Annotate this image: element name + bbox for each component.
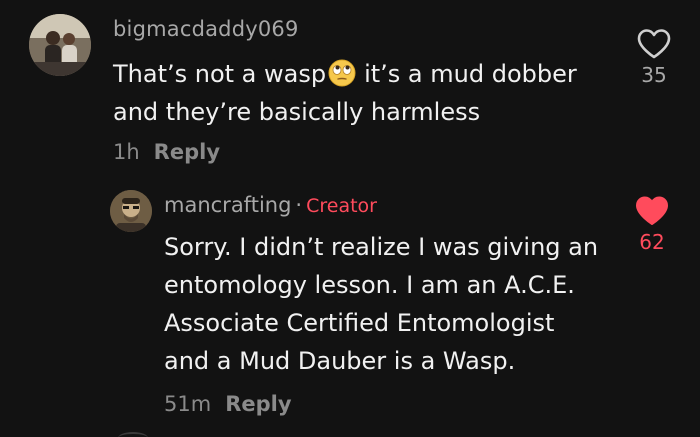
avatar-photo (110, 190, 152, 232)
reply-button[interactable]: Reply (154, 140, 220, 164)
comment-meta: 51m Reply (164, 392, 292, 416)
comment-text-line: Sorry. I didn’t realize I was giving an (164, 233, 599, 261)
heart-filled-icon[interactable] (634, 195, 670, 227)
reply-header: mancrafting · Creator (164, 193, 377, 217)
comment-username[interactable]: bigmacdaddy069 (113, 17, 299, 41)
comment-text-part: and they’re basically harmless (113, 98, 481, 126)
like-count: 35 (641, 63, 667, 87)
like-control: 35 (632, 28, 676, 87)
creator-badge: Creator (306, 195, 377, 217)
comment-timestamp: 1h (113, 140, 140, 164)
comment-text: Sorry. I didn’t realize I was giving an … (164, 228, 604, 380)
heart-outline-icon[interactable] (636, 28, 672, 60)
comment-text-line: entomology lesson. I am an A.C.E. (164, 271, 575, 299)
like-control: 62 (630, 195, 674, 254)
comment-reply: mancrafting · Creator Sorry. I didn’t re… (0, 180, 700, 437)
avatar-photo (29, 14, 91, 76)
comment-text-line: and a Mud Dauber is a Wasp. (164, 347, 516, 375)
comments-thread: bigmacdaddy069 That’s not a wasp it’s a … (0, 0, 700, 437)
separator-dot: · (295, 193, 303, 217)
rolling-eyes-emoji-icon (328, 59, 356, 87)
comment-timestamp: 51m (164, 392, 212, 416)
like-count: 62 (639, 230, 665, 254)
comment-text-part: it’s a mud dobber (364, 60, 577, 88)
comment-meta: 1h Reply (113, 140, 220, 164)
avatar[interactable] (29, 14, 91, 76)
comment-top-level: bigmacdaddy069 That’s not a wasp it’s a … (0, 0, 700, 180)
comment-username[interactable]: mancrafting (164, 193, 291, 217)
avatar[interactable] (110, 190, 152, 232)
comment-text: That’s not a wasp it’s a mud dobber and … (113, 55, 613, 131)
next-comment-avatar-edge (118, 432, 148, 437)
comment-text-line: Associate Certified Entomologist (164, 309, 555, 337)
reply-button[interactable]: Reply (225, 392, 291, 416)
comment-text-part: That’s not a wasp (113, 60, 327, 88)
